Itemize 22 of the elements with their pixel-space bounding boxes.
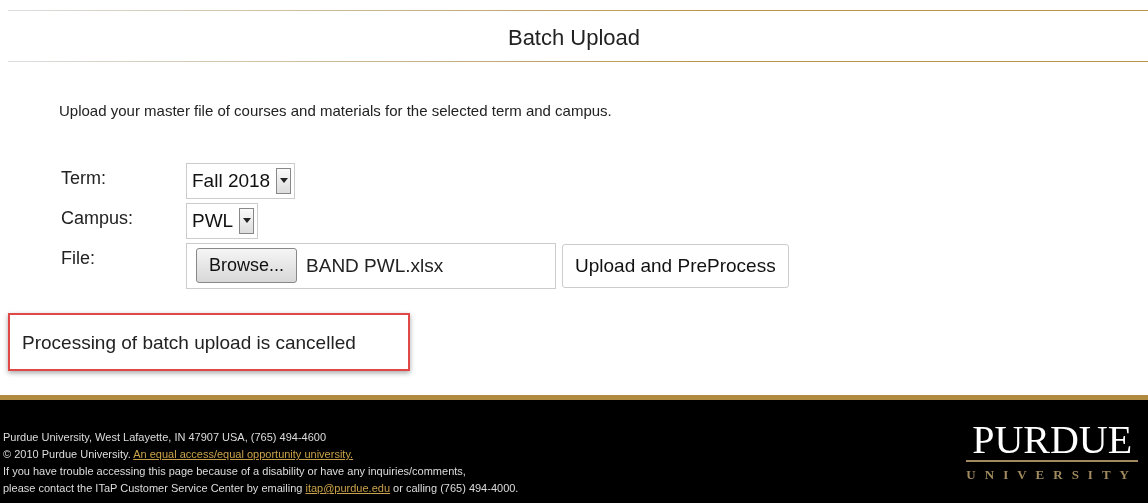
logo-wordmark: PURDUE <box>971 420 1134 460</box>
upload-button[interactable]: Upload and PreProcess <box>562 243 789 289</box>
status-message: Processing of batch upload is cancelled <box>8 312 410 371</box>
footer-link[interactable]: itap@purdue.edu <box>305 482 390 494</box>
field-label: File: <box>61 246 96 270</box>
file-name: BAND PWL.xlsx <box>306 253 444 278</box>
footer-text: If you have trouble accessing this page because of a disability or have any inquiries/comments, <box>3 464 467 479</box>
dropdown-caret-icon[interactable] <box>276 167 292 194</box>
intro-text: Upload your master file of courses and materials for the selected term and campus. <box>59 101 613 122</box>
dropdown-caret-icon[interactable] <box>239 207 255 234</box>
footer-text: please contact the ITaP Customer Service Center by emailing itap@purdue.edu or calling (765) 494-4000. <box>3 481 519 496</box>
logo-subtitle: UNIVERSITY <box>966 460 1138 485</box>
file-field[interactable]: Browse... BAND PWL.xlsx <box>186 242 556 289</box>
page-title: Batch Upload <box>506 24 642 52</box>
field-label: Campus: <box>61 206 135 230</box>
footer-link[interactable]: An equal access/equal opportunity university. <box>133 448 354 460</box>
campus-select[interactable]: PWL <box>186 202 259 239</box>
footer-text: © 2010 Purdue University. An equal access/equal opportunity university. <box>3 447 355 462</box>
browse-button[interactable]: Browse... <box>196 248 298 284</box>
term-select[interactable]: Fall 2018 <box>186 162 296 199</box>
footer-text: Purdue University, West Lafayette, IN 47907 USA, (765) 494-4600 <box>3 430 328 445</box>
field-label: Term: <box>61 166 107 190</box>
